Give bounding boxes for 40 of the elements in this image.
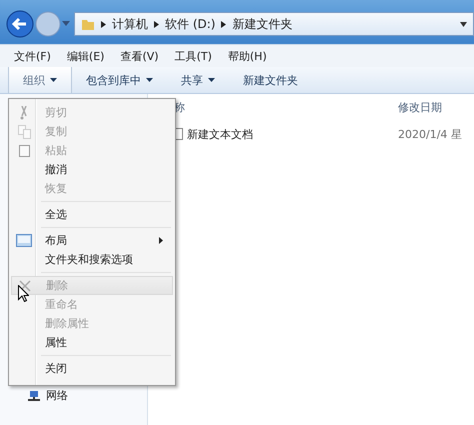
menu-bar-item[interactable]: 文件(F) [14,48,51,64]
scissors-icon [20,106,28,120]
breadcrumb-arrow-icon[interactable] [154,20,159,28]
history-caret-icon[interactable] [62,21,70,27]
menu-bar-item[interactable]: 查看(V) [120,48,159,64]
breadcrumb[interactable]: 新建文件夹 [232,16,292,32]
back-button[interactable] [6,10,34,38]
toolbar-button[interactable]: 共享 [167,67,229,93]
breadcrumb-arrow-icon[interactable] [101,20,106,28]
layout-icon [16,234,32,247]
toolbar-button[interactable]: 组织 [8,67,72,93]
toolbar-button[interactable]: 新建文件夹 [229,67,312,93]
toolbar-button[interactable]: 包含到库中 [72,67,167,93]
folder-icon [81,17,95,31]
menu-item[interactable]: 布局 [11,231,173,250]
menu-bar-item[interactable]: 工具(T) [174,48,212,64]
breadcrumb[interactable]: 计算机 [112,16,148,32]
dropdown-arrow-icon[interactable] [460,22,467,26]
caret-icon [146,78,153,82]
nav-item[interactable]: 网络 [46,388,68,403]
menu-item[interactable]: 全选 [11,205,173,224]
address-bar[interactable]: 计算机 软件 (D:) 新建文件夹 [74,12,474,36]
caret-icon [50,78,57,82]
paste-icon [18,144,30,156]
menu-bar-item[interactable]: 编辑(E) [66,48,104,64]
delete-icon [19,280,31,292]
file-name[interactable]: 新建文本文档 [187,126,253,142]
caret-icon [208,78,215,82]
breadcrumb-arrow-icon[interactable] [221,20,226,28]
column-header[interactable]: 修改日期 [398,100,474,114]
mouse-cursor-icon [18,285,29,302]
network-icon [28,390,40,400]
file-date: 2020/1/4 星 [398,126,463,142]
copy-icon [18,124,30,138]
breadcrumb[interactable]: 软件 (D:) [165,16,216,32]
menu-bar-item[interactable]: 帮助(H) [228,48,267,64]
menu-item[interactable]: 属性 [11,333,173,352]
menu-item[interactable]: 关闭 [11,359,173,378]
menu-item[interactable]: 撤消 [11,160,173,179]
menu-item[interactable]: 文件夹和搜索选项 [11,250,173,269]
